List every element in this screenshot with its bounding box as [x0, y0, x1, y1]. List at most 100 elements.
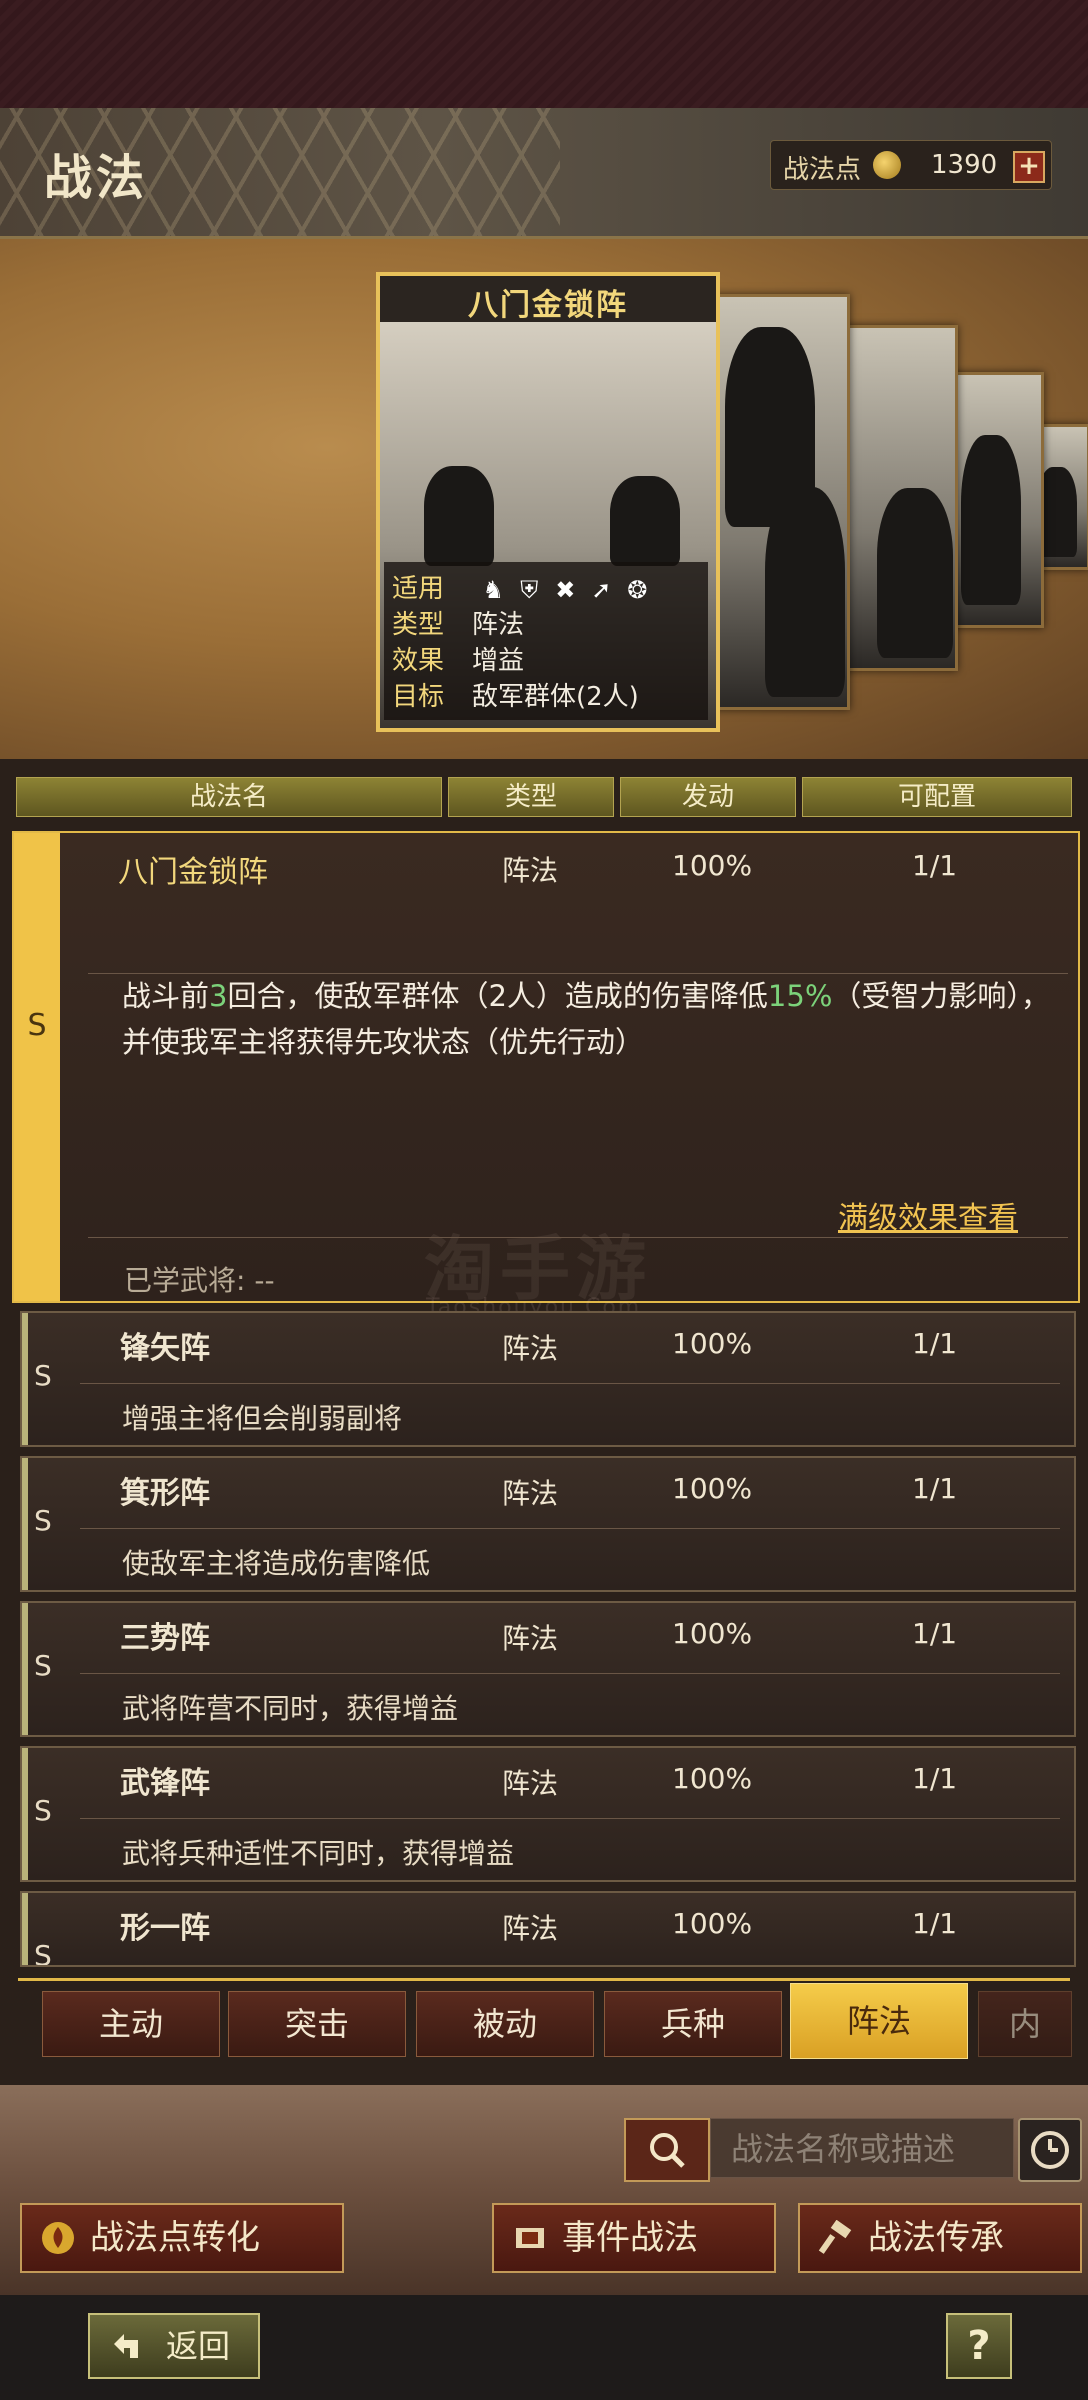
header-bar: 战法 战法点 1390 +	[0, 108, 1088, 239]
grade-label: S	[34, 1504, 52, 1537]
tactic-card-back-2[interactable]	[844, 325, 958, 671]
tactic-points-box: 战法点 1390 +	[770, 140, 1052, 190]
coin-icon	[873, 151, 901, 179]
back-label: 返回	[166, 2327, 231, 2365]
back-button[interactable]: 返回	[88, 2313, 260, 2379]
tab-troop[interactable]: 兵种	[604, 1991, 782, 2057]
event-tactic-button[interactable]: 事件战法	[492, 2203, 776, 2273]
info-applicable: 适用 ♞ ⛨ ✖ ➚ ❂	[392, 568, 660, 604]
tab-formation[interactable]: 阵法	[790, 1983, 968, 2059]
tactic-inherit-button[interactable]: 战法传承	[798, 2203, 1082, 2273]
info-target: 目标 敌军群体(2人)	[392, 676, 639, 712]
tactic-row-selected[interactable]: S 八门金锁阵 阵法 100% 1/1 战斗前3回合，使敌军群体（2人）造成的伤…	[12, 831, 1080, 1320]
search-icon	[650, 2133, 685, 2168]
desc-highlight: 15%	[767, 979, 833, 1013]
tactic-type: 阵法	[502, 1477, 559, 1510]
tactic-card-back-3[interactable]	[952, 372, 1044, 628]
grade-label: S	[34, 1649, 52, 1682]
add-points-button[interactable]: +	[1013, 151, 1045, 183]
desc-highlight: 3	[209, 979, 228, 1013]
tactic-config: 1/1	[912, 1907, 958, 1940]
column-header-type[interactable]: 类型	[448, 777, 614, 817]
tactic-description: 武将阵营不同时，获得增益	[122, 1692, 459, 1725]
tactic-trigger: 100%	[672, 1472, 753, 1505]
help-button[interactable]: ?	[946, 2313, 1012, 2379]
scroll-icon	[516, 2228, 544, 2248]
featured-tactic-name: 八门金锁阵	[468, 288, 628, 323]
target-value: 敌军群体(2人)	[472, 682, 639, 712]
history-button[interactable]	[1018, 2118, 1082, 2182]
featured-tactic-info: 适用 ♞ ⛨ ✖ ➚ ❂ 类型 阵法 效果 增益 目标 敌军群体(2人)	[384, 562, 708, 720]
tab-passive[interactable]: 被动	[416, 1991, 594, 2057]
tactic-row[interactable]: S 三势阵 阵法 100% 1/1 武将阵营不同时，获得增益	[20, 1601, 1076, 1737]
tab-active-skill[interactable]: 主动	[42, 1991, 220, 2057]
tactic-row[interactable]: S 锋矢阵 阵法 100% 1/1 增强主将但会削弱副将	[20, 1311, 1076, 1447]
general-silhouette	[610, 476, 680, 566]
bottom-controls: 战法名称或描述 战法点转化 事件战法 战法传承	[0, 2085, 1088, 2295]
tactic-card-back-1[interactable]	[712, 294, 850, 710]
shield-silhouette	[765, 487, 845, 697]
featured-tactic-card[interactable]: 八门金锁阵 适用 ♞ ⛨ ✖ ➚ ❂ 类型 阵法 效果 增益 目标 敌军群体(2人)	[376, 272, 720, 732]
hammer-icon	[818, 2220, 852, 2254]
tactic-trigger: 100%	[672, 1762, 753, 1795]
tactic-trigger: 100%	[672, 1617, 753, 1650]
convert-points-button[interactable]: 战法点转化	[20, 2203, 344, 2273]
column-header-name[interactable]: 战法名	[16, 777, 442, 817]
tactic-name: 武锋阵	[120, 1766, 210, 1801]
tactic-name: 锋矢阵	[120, 1331, 210, 1366]
column-header-config[interactable]: 可配置	[802, 777, 1072, 817]
tactic-config: 1/1	[912, 1617, 958, 1650]
general-silhouette	[424, 466, 494, 566]
tab-internal[interactable]: 内	[978, 1991, 1072, 2057]
grade-label: S	[34, 1939, 52, 1967]
max-level-effect-link[interactable]: 满级效果查看	[838, 1193, 1018, 1237]
info-type: 类型 阵法	[392, 604, 524, 640]
divider	[80, 1673, 1060, 1674]
tactic-name: 箕形阵	[120, 1476, 210, 1511]
divider	[80, 1528, 1060, 1529]
tactic-row[interactable]: S 形一阵 阵法 100% 1/1	[20, 1891, 1076, 1967]
tactic-points-label: 战法点	[783, 155, 862, 185]
tactic-type: 阵法	[502, 1332, 559, 1365]
tactic-row[interactable]: S 箕形阵 阵法 100% 1/1 使敌军主将造成伤害降低	[20, 1456, 1076, 1592]
event-tactic-label: 事件战法	[562, 2218, 698, 2258]
tactic-trigger: 100%	[672, 849, 753, 882]
tactic-type: 阵法	[502, 1912, 559, 1945]
footer-bar: 返回 ?	[0, 2295, 1088, 2400]
tactic-points-value: 1390	[931, 150, 998, 180]
column-header-trigger[interactable]: 发动	[620, 777, 796, 817]
tactic-config: 1/1	[912, 849, 958, 882]
tactic-type: 阵法	[502, 1767, 559, 1800]
type-label: 类型	[392, 610, 445, 640]
back-arrow-icon	[114, 2334, 138, 2358]
tactic-trigger: 100%	[672, 1327, 753, 1360]
applicable-label: 适用	[392, 574, 445, 604]
tactic-row[interactable]: S 武锋阵 阵法 100% 1/1 武将兵种适性不同时，获得增益	[20, 1746, 1076, 1882]
tab-assault[interactable]: 突击	[228, 1991, 406, 2057]
tactic-name: 三势阵	[120, 1621, 210, 1656]
category-tabs: 主动 突击 被动 兵种 阵法 内	[18, 1978, 1072, 2063]
grade-label: S	[27, 1008, 47, 1043]
divider	[80, 1818, 1060, 1819]
tactic-name: 形一阵	[120, 1911, 210, 1946]
tactic-description: 使敌军主将造成伤害降低	[122, 1547, 431, 1580]
learned-generals: 已学武将: --	[124, 1264, 275, 1297]
effect-value: 增益	[472, 646, 525, 676]
search-button[interactable]	[624, 2118, 710, 2182]
siege-wheel-icon: ❂	[627, 575, 648, 604]
tactic-description: 战斗前3回合，使敌军群体（2人）造成的伤害降低15%（受智力影响），并使我军主将…	[122, 973, 1052, 1065]
grade-bar	[22, 1458, 28, 1590]
info-effect: 效果 增益	[392, 640, 524, 676]
flame-coin-icon	[42, 2222, 74, 2254]
tactic-name: 八门金锁阵	[118, 855, 268, 890]
grade-label: S	[34, 1794, 52, 1827]
search-input[interactable]: 战法名称或描述	[710, 2118, 1014, 2178]
grade-bar	[22, 1893, 28, 1965]
tactic-description: 武将兵种适性不同时，获得增益	[122, 1837, 515, 1870]
divider	[80, 1383, 1060, 1384]
status-area	[0, 0, 1088, 108]
desc-text: 战斗前	[122, 979, 210, 1013]
target-label: 目标	[392, 682, 445, 712]
grade-bar	[22, 1603, 28, 1735]
archer-icon: ✖	[555, 575, 576, 604]
